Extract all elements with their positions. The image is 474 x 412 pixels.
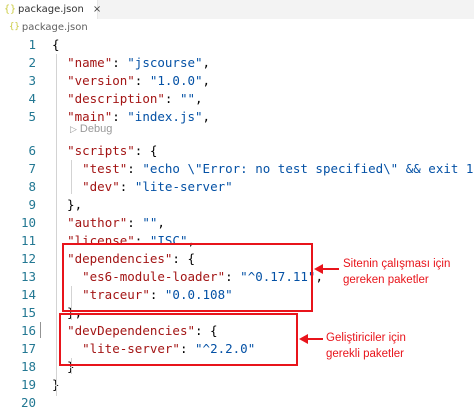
json-punctuation: : xyxy=(134,73,150,88)
line-number: 18 xyxy=(20,359,36,374)
line-number: 11 xyxy=(20,233,36,248)
json-punctuation: { xyxy=(52,37,60,52)
json-key: "dev" xyxy=(82,179,120,194)
line-number: 6 xyxy=(28,143,36,158)
line-number: 16 xyxy=(20,323,36,338)
json-string: "index.js" xyxy=(127,109,203,124)
active-indent-guide xyxy=(40,322,41,338)
breadcrumb: {} package.json xyxy=(0,20,474,34)
dependencies-note-line-1: Sitenin çalışması için xyxy=(343,258,451,270)
line-number: 4 xyxy=(28,91,36,106)
code-text: "description": "", xyxy=(52,90,203,108)
json-punctuation: : xyxy=(112,109,128,124)
line-number: 19 xyxy=(20,377,36,392)
json-string: "echo \"Error: no test specified\" && ex… xyxy=(142,161,474,176)
indent-guide xyxy=(56,54,57,396)
json-punctuation: , xyxy=(157,215,165,230)
json-punctuation: : xyxy=(164,91,180,106)
tab-package-json[interactable]: {} package.json × xyxy=(0,0,101,19)
code-text: { xyxy=(52,36,60,54)
json-punctuation: , xyxy=(202,109,211,124)
line-number: 8 xyxy=(28,179,36,194)
json-braces-icon: {} xyxy=(9,22,20,32)
code-text: "main": "index.js", xyxy=(52,108,210,126)
json-key: "main" xyxy=(67,109,113,124)
json-braces-icon: {} xyxy=(4,4,17,15)
line-number: 20 xyxy=(20,395,36,410)
json-string: "" xyxy=(179,91,196,106)
json-punctuation xyxy=(52,109,67,124)
json-string: "lite-server" xyxy=(134,179,233,194)
json-punctuation: , xyxy=(202,73,211,88)
json-string: "" xyxy=(142,215,158,230)
dev-dependencies-arrowhead xyxy=(299,334,308,344)
json-key: "author" xyxy=(67,215,128,230)
line-number: 12 xyxy=(20,251,36,266)
dev-dependencies-highlight-box xyxy=(59,313,298,366)
json-punctuation: , xyxy=(195,91,203,106)
json-key: "version" xyxy=(67,73,135,88)
code-text: "author": "", xyxy=(52,214,165,232)
dependencies-note-line-2: gereken paketler xyxy=(343,274,429,286)
line-number: 10 xyxy=(20,215,36,230)
line-number: 15 xyxy=(20,305,36,320)
tab-label: package.json xyxy=(18,4,84,15)
line-number: 3 xyxy=(28,73,36,88)
code-text: "dev": "lite-server" xyxy=(52,178,233,196)
code-text: "version": "1.0.0", xyxy=(52,72,210,90)
json-punctuation: : xyxy=(119,179,135,194)
dependencies-arrowhead xyxy=(314,264,323,274)
line-number: 2 xyxy=(28,55,36,70)
json-punctuation xyxy=(52,73,67,88)
json-string: "jscourse" xyxy=(127,55,203,70)
json-key: "scripts" xyxy=(67,143,135,158)
json-punctuation: : xyxy=(127,161,143,176)
json-key: "test" xyxy=(82,161,128,176)
json-punctuation xyxy=(52,55,67,70)
line-number: 7 xyxy=(28,161,36,176)
json-punctuation xyxy=(52,143,67,158)
line-number: 14 xyxy=(20,287,36,302)
json-key: "name" xyxy=(67,55,113,70)
line-number: 5 xyxy=(28,109,36,124)
line-number: 1 xyxy=(28,37,36,52)
json-key: "description" xyxy=(67,91,165,106)
json-punctuation: : xyxy=(127,215,143,230)
code-text: "test": "echo \"Error: no test specified… xyxy=(52,160,474,178)
json-punctuation xyxy=(52,91,67,106)
dependencies-highlight-box xyxy=(62,243,313,312)
breadcrumb-item-package-json[interactable]: package.json xyxy=(22,22,88,33)
close-icon[interactable]: × xyxy=(93,4,101,15)
dependencies-note: Sitenin çalışması için gereken paketler xyxy=(343,256,450,288)
dev-dependencies-note-line-2: gerekli paketler xyxy=(326,348,404,360)
json-punctuation: : xyxy=(112,55,128,70)
dependencies-arrow xyxy=(322,268,339,270)
code-text: "scripts": { xyxy=(52,142,157,160)
line-number: 9 xyxy=(28,197,36,212)
json-string: "1.0.0" xyxy=(149,73,203,88)
json-punctuation: : { xyxy=(134,143,158,158)
indent-guide xyxy=(71,160,72,194)
code-text: "name": "jscourse", xyxy=(52,54,210,72)
json-punctuation xyxy=(52,215,67,230)
editor-tab-bar: {} package.json × xyxy=(0,0,474,19)
dev-dependencies-note-line-1: Geliştiriciler için xyxy=(326,332,406,344)
json-punctuation: , xyxy=(202,55,211,70)
line-number: 17 xyxy=(20,341,36,356)
line-number: 13 xyxy=(20,269,36,284)
dev-dependencies-note: Geliştiriciler için gerekli paketler xyxy=(326,330,406,362)
dev-dependencies-arrow xyxy=(307,338,323,340)
